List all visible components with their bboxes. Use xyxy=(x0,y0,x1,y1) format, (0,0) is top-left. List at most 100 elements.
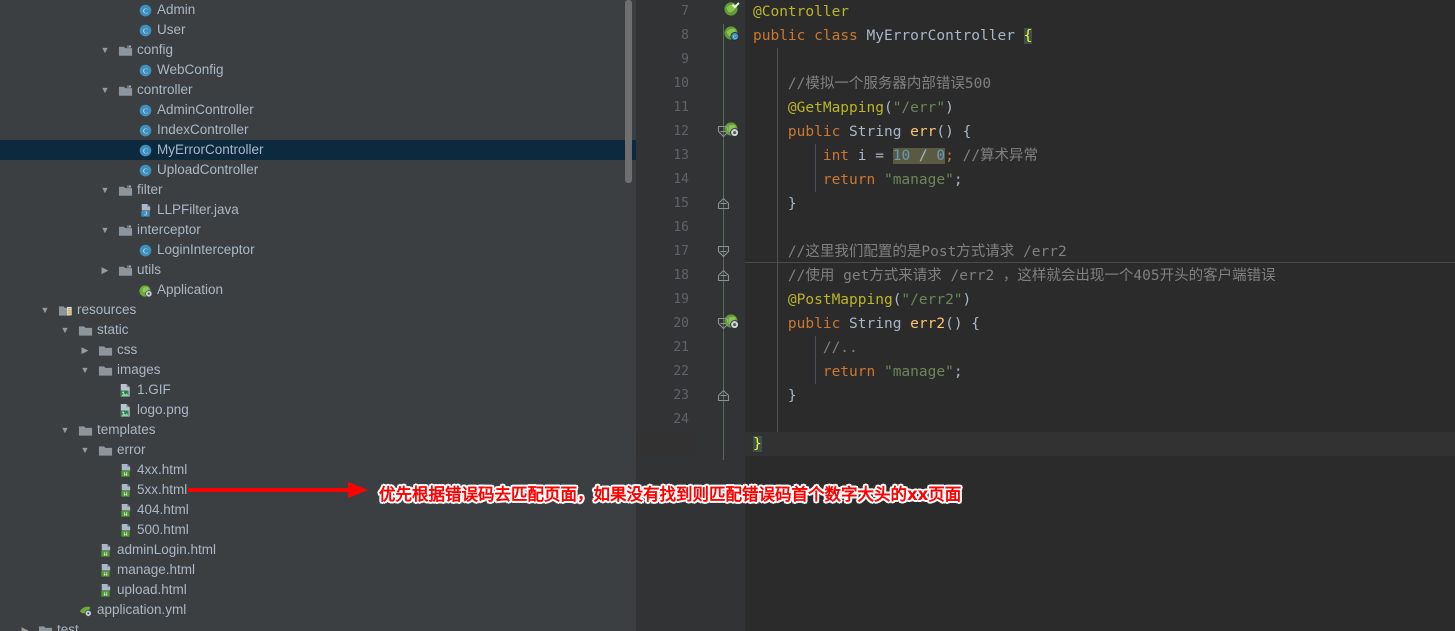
tree-item-error[interactable]: ▼ error xyxy=(0,440,636,460)
code-line-16[interactable] xyxy=(745,216,753,240)
svg-text:C: C xyxy=(142,66,147,75)
tree-item-utils[interactable]: ▶ utils xyxy=(0,260,636,280)
code-token: //这里我们配置的是Post方式请求 /err2 xyxy=(787,244,1067,260)
code-line-13[interactable]: int i = 10 / 0; //算术异常 xyxy=(745,144,1038,168)
tree-item-static[interactable]: ▼ static xyxy=(0,320,636,340)
code-token: @Controller xyxy=(753,4,850,20)
chevron-down-icon[interactable]: ▼ xyxy=(38,300,52,320)
fold-toggle-icon[interactable] xyxy=(717,389,731,403)
tree-item-upload-html[interactable]: Hupload.html xyxy=(0,580,636,600)
code-line-22[interactable]: return "manage"; xyxy=(745,360,963,384)
chevron-down-icon[interactable]: ▼ xyxy=(58,420,72,440)
tree-item-indexcontroller[interactable]: C IndexController xyxy=(0,120,636,140)
ide-window: C Admin C User ▼ config C WebConfig ▼ controller C… xyxy=(0,0,1455,631)
svg-text:C: C xyxy=(142,126,147,135)
spring-bean-gutter-icon[interactable] xyxy=(723,1,745,23)
code-line-23[interactable]: } xyxy=(745,384,797,408)
tree-item-label: 5xx.html xyxy=(137,482,188,497)
vertical-scrollbar[interactable] xyxy=(625,0,632,183)
tree-item-manage-html[interactable]: Hmanage.html xyxy=(0,560,636,580)
tree-item-1-gif[interactable]: 1.GIF xyxy=(0,380,636,400)
code-line-21[interactable]: //.. xyxy=(745,336,858,360)
code-token: i xyxy=(857,148,867,164)
tree-item-label: 500.html xyxy=(137,522,189,537)
tree-item-images[interactable]: ▼ images xyxy=(0,360,636,380)
tree-item-interceptor[interactable]: ▼ interceptor xyxy=(0,220,636,240)
code-token: } xyxy=(787,196,797,212)
code-text-area[interactable]: @Controller public class MyErrorControlle… xyxy=(745,0,1455,631)
code-line-24[interactable] xyxy=(745,408,753,432)
java-file-icon: J xyxy=(137,200,153,220)
chevron-right-icon[interactable]: ▶ xyxy=(18,620,32,631)
code-line-9[interactable] xyxy=(745,48,753,72)
tree-item-admin[interactable]: C Admin xyxy=(0,0,636,20)
tree-item-label: LLPFilter.java xyxy=(157,202,239,217)
svg-text:H: H xyxy=(123,491,127,497)
code-token: //算术异常 xyxy=(962,148,1039,164)
tree-item-uploadcontroller[interactable]: C UploadController xyxy=(0,160,636,180)
chevron-down-icon[interactable]: ▼ xyxy=(98,80,112,100)
project-tree-panel[interactable]: C Admin C User ▼ config C WebConfig ▼ controller C… xyxy=(0,0,636,631)
tree-item-label: static xyxy=(97,322,129,337)
svg-text:J: J xyxy=(144,211,147,217)
tree-item-500-html[interactable]: H 500.html xyxy=(0,520,636,540)
code-line-19[interactable]: @PostMapping("/err2") xyxy=(745,288,971,312)
chevron-down-icon[interactable]: ▼ xyxy=(58,320,72,340)
fold-toggle-icon[interactable] xyxy=(717,317,731,331)
code-line-7[interactable]: @Controller xyxy=(745,0,849,24)
code-line-11[interactable]: @GetMapping("/err") xyxy=(745,96,954,120)
tree-item-filter[interactable]: ▼ filter xyxy=(0,180,636,200)
java-class-icon: C xyxy=(137,120,153,140)
tree-item-myerrorcontroller[interactable]: C MyErrorController xyxy=(0,140,636,160)
code-editor[interactable]: 78910111213141516171819202122232425 C @C… xyxy=(636,0,1455,631)
editor-fold-gutter[interactable]: C xyxy=(697,0,745,631)
chevron-down-icon[interactable]: ▼ xyxy=(78,360,92,380)
fold-toggle-icon[interactable] xyxy=(717,125,731,139)
tree-item-test[interactable]: ▶ test xyxy=(0,620,636,631)
tree-item-logo-png[interactable]: logo.png xyxy=(0,400,636,420)
code-line-20[interactable]: public String err2() { xyxy=(745,312,980,336)
chevron-down-icon[interactable]: ▼ xyxy=(98,40,112,60)
line-number: 23 xyxy=(673,388,689,403)
tree-item-css[interactable]: ▶ css xyxy=(0,340,636,360)
chevron-down-icon[interactable]: ▼ xyxy=(98,180,112,200)
code-line-17[interactable]: //这里我们配置的是Post方式请求 /err2 xyxy=(745,240,1067,264)
code-line-15[interactable]: } xyxy=(745,192,797,216)
tree-item-admincontroller[interactable]: C AdminController xyxy=(0,100,636,120)
chevron-right-icon[interactable]: ▶ xyxy=(98,260,112,280)
code-line-25[interactable]: } xyxy=(745,432,762,456)
code-token: class xyxy=(814,28,858,44)
code-line-12[interactable]: public String err() { xyxy=(745,120,971,144)
line-number: 12 xyxy=(673,124,689,139)
svg-text:H: H xyxy=(103,591,107,597)
tree-item-config[interactable]: ▼ config xyxy=(0,40,636,60)
fold-toggle-icon[interactable] xyxy=(717,245,731,259)
code-line-18[interactable]: //使用 get方式来请求 /err2 ，这样就会出现一个405开头的客户端错误 xyxy=(745,264,1276,288)
line-number: 11 xyxy=(673,100,689,115)
tree-item-controller[interactable]: ▼ controller xyxy=(0,80,636,100)
chevron-right-icon[interactable]: ▶ xyxy=(78,340,92,360)
tree-item-llpfilter-java[interactable]: J LLPFilter.java xyxy=(0,200,636,220)
fold-toggle-icon[interactable] xyxy=(717,197,731,211)
tree-item-label: interceptor xyxy=(137,222,201,237)
java-class-icon: C xyxy=(137,140,153,160)
editor-gutter[interactable]: 78910111213141516171819202122232425 xyxy=(636,0,697,631)
tree-item-application-yml[interactable]: application.yml xyxy=(0,600,636,620)
tree-item-4xx-html[interactable]: H 4xx.html xyxy=(0,460,636,480)
tree-item-resources[interactable]: ▼ resources xyxy=(0,300,636,320)
tree-item-adminlogin-html[interactable]: HadminLogin.html xyxy=(0,540,636,560)
chevron-down-icon[interactable]: ▼ xyxy=(78,440,92,460)
line-number: 19 xyxy=(673,292,689,307)
code-line-10[interactable]: //模拟一个服务器内部错误500 xyxy=(745,72,991,96)
code-line-8[interactable]: public class MyErrorController { xyxy=(745,24,1033,48)
java-class-icon: C xyxy=(137,160,153,180)
chevron-down-icon[interactable]: ▼ xyxy=(98,220,112,240)
tree-item-user[interactable]: C User xyxy=(0,20,636,40)
tree-item-webconfig[interactable]: C WebConfig xyxy=(0,60,636,80)
tree-item-logininterceptor[interactable]: C LoginInterceptor xyxy=(0,240,636,260)
spring-bean-gutter-icon[interactable]: C xyxy=(723,25,745,47)
code-line-14[interactable]: return "manage"; xyxy=(745,168,963,192)
tree-item-templates[interactable]: ▼ templates xyxy=(0,420,636,440)
tree-item-application[interactable]: Application xyxy=(0,280,636,300)
fold-toggle-icon[interactable] xyxy=(717,269,731,283)
